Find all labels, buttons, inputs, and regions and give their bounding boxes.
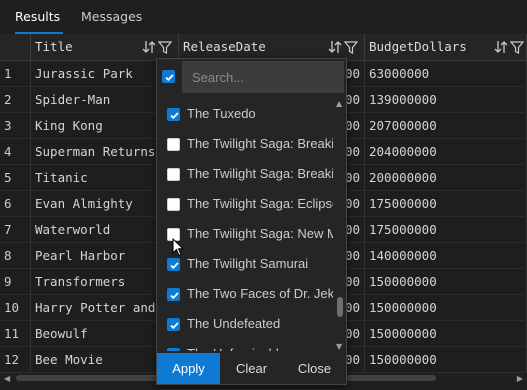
filter-list-item[interactable]: The Tuxedo [157,99,333,129]
filter-list-scrollbar[interactable]: ▲ ▼ [335,99,345,351]
row-number-header [0,34,31,60]
filter-item-label: The Twilight Saga: Eclipse [187,196,333,211]
budgetdollars-cell[interactable]: 150000000 [365,269,527,294]
filter-item-label: The Undefeated [187,316,281,331]
filter-item-checkbox[interactable] [167,258,180,271]
grid-header: Title ReleaseDate BudgetDollars [0,34,527,61]
filter-list-item[interactable]: The Undefeated [157,309,333,339]
tab-results[interactable]: Results [15,0,63,34]
tab-messages[interactable]: Messages [81,0,143,34]
sort-icon[interactable] [142,39,156,55]
close-button[interactable]: Close [283,353,346,384]
filter-list-item[interactable]: The Twilight Saga: Breaki [157,129,333,159]
sort-icon[interactable] [328,39,342,55]
filter-item-checkbox[interactable] [167,198,180,211]
filter-item-checkbox[interactable] [167,288,180,301]
filter-search-input[interactable] [182,61,344,93]
chevron-right-icon[interactable]: ▶ [517,374,523,383]
chevron-left-icon[interactable]: ◀ [4,374,10,383]
budgetdollars-cell[interactable]: 200000000 [365,165,527,190]
filter-value-list: The Tuxedo The Twilight Saga: Breaki The T… [157,99,333,351]
clear-button[interactable]: Clear [220,353,283,384]
budgetdollars-cell[interactable]: 63000000 [365,61,527,86]
budgetdollars-cell[interactable]: 204000000 [365,139,527,164]
budgetdollars-cell[interactable]: 150000000 [365,321,527,346]
budgetdollars-cell[interactable]: 150000000 [365,295,527,320]
row-number-cell[interactable]: 8 [0,243,31,268]
filter-list-item[interactable]: The Twilight Saga: Breaki [157,159,333,189]
budgetdollars-cell[interactable]: 139000000 [365,87,527,112]
row-number-cell[interactable]: 6 [0,191,31,216]
budgetdollars-cell[interactable]: 207000000 [365,113,527,138]
filter-item-checkbox[interactable] [167,168,180,181]
filter-list-item[interactable]: The Two Faces of Dr. Jeky [157,279,333,309]
row-number-cell[interactable]: 3 [0,113,31,138]
column-header-label: BudgetDollars [369,39,467,54]
row-number-cell[interactable]: 10 [0,295,31,320]
filter-item-label: The Twilight Saga: New M [187,226,333,241]
chevron-down-icon[interactable]: ▼ [336,342,342,351]
column-header-title[interactable]: Title [31,34,179,60]
budgetdollars-cell[interactable]: 150000000 [365,347,527,372]
column-header-label: Title [35,39,73,54]
row-number-cell[interactable]: 2 [0,87,31,112]
row-number-cell[interactable]: 5 [0,165,31,190]
row-number-cell[interactable]: 11 [0,321,31,346]
filter-action-bar: Apply Clear Close [157,353,346,384]
filter-item-label: The Two Faces of Dr. Jeky [187,286,333,301]
column-header-budgetdollars[interactable]: BudgetDollars [365,34,527,60]
filter-item-label: The Twilight Saga: Breaki [187,136,333,151]
row-number-cell[interactable]: 1 [0,61,31,86]
select-all-checkbox[interactable] [162,70,175,83]
filter-item-label: The Twilight Samurai [187,256,309,271]
filter-item-label: The Twilight Saga: Breaki [187,166,333,181]
chevron-up-icon[interactable]: ▲ [336,99,342,108]
row-number-cell[interactable]: 4 [0,139,31,164]
filter-icon[interactable] [158,39,172,55]
filter-icon[interactable] [344,39,358,55]
row-number-cell[interactable]: 7 [0,217,31,242]
apply-button[interactable]: Apply [157,353,220,384]
row-number-cell[interactable]: 12 [0,347,31,372]
budgetdollars-cell[interactable]: 175000000 [365,191,527,216]
filter-item-label: The Unforgivable [187,339,333,351]
filter-item-checkbox[interactable] [167,138,180,151]
filter-list-item[interactable]: The Unforgivable [157,339,333,351]
filter-list-item[interactable]: The Twilight Saga: Eclipse [157,189,333,219]
sort-icon[interactable] [494,39,508,55]
filter-icon[interactable] [510,39,524,55]
budgetdollars-cell[interactable]: 140000000 [365,243,527,268]
column-filter-popup: The Tuxedo The Twilight Saga: Breaki The T… [156,58,347,385]
row-number-cell[interactable]: 9 [0,269,31,294]
filter-item-checkbox[interactable] [167,348,180,351]
results-tab-bar: Results Messages [0,0,527,34]
column-header-label: ReleaseDate [183,39,266,54]
mouse-cursor-icon [172,238,184,257]
filter-list-scroll-thumb[interactable] [337,297,343,317]
filter-item-label: The Tuxedo [187,106,256,121]
column-header-releasedate[interactable]: ReleaseDate [179,34,365,60]
filter-item-checkbox[interactable] [167,318,180,331]
budgetdollars-cell[interactable]: 175000000 [365,217,527,242]
filter-item-checkbox[interactable] [167,108,180,121]
